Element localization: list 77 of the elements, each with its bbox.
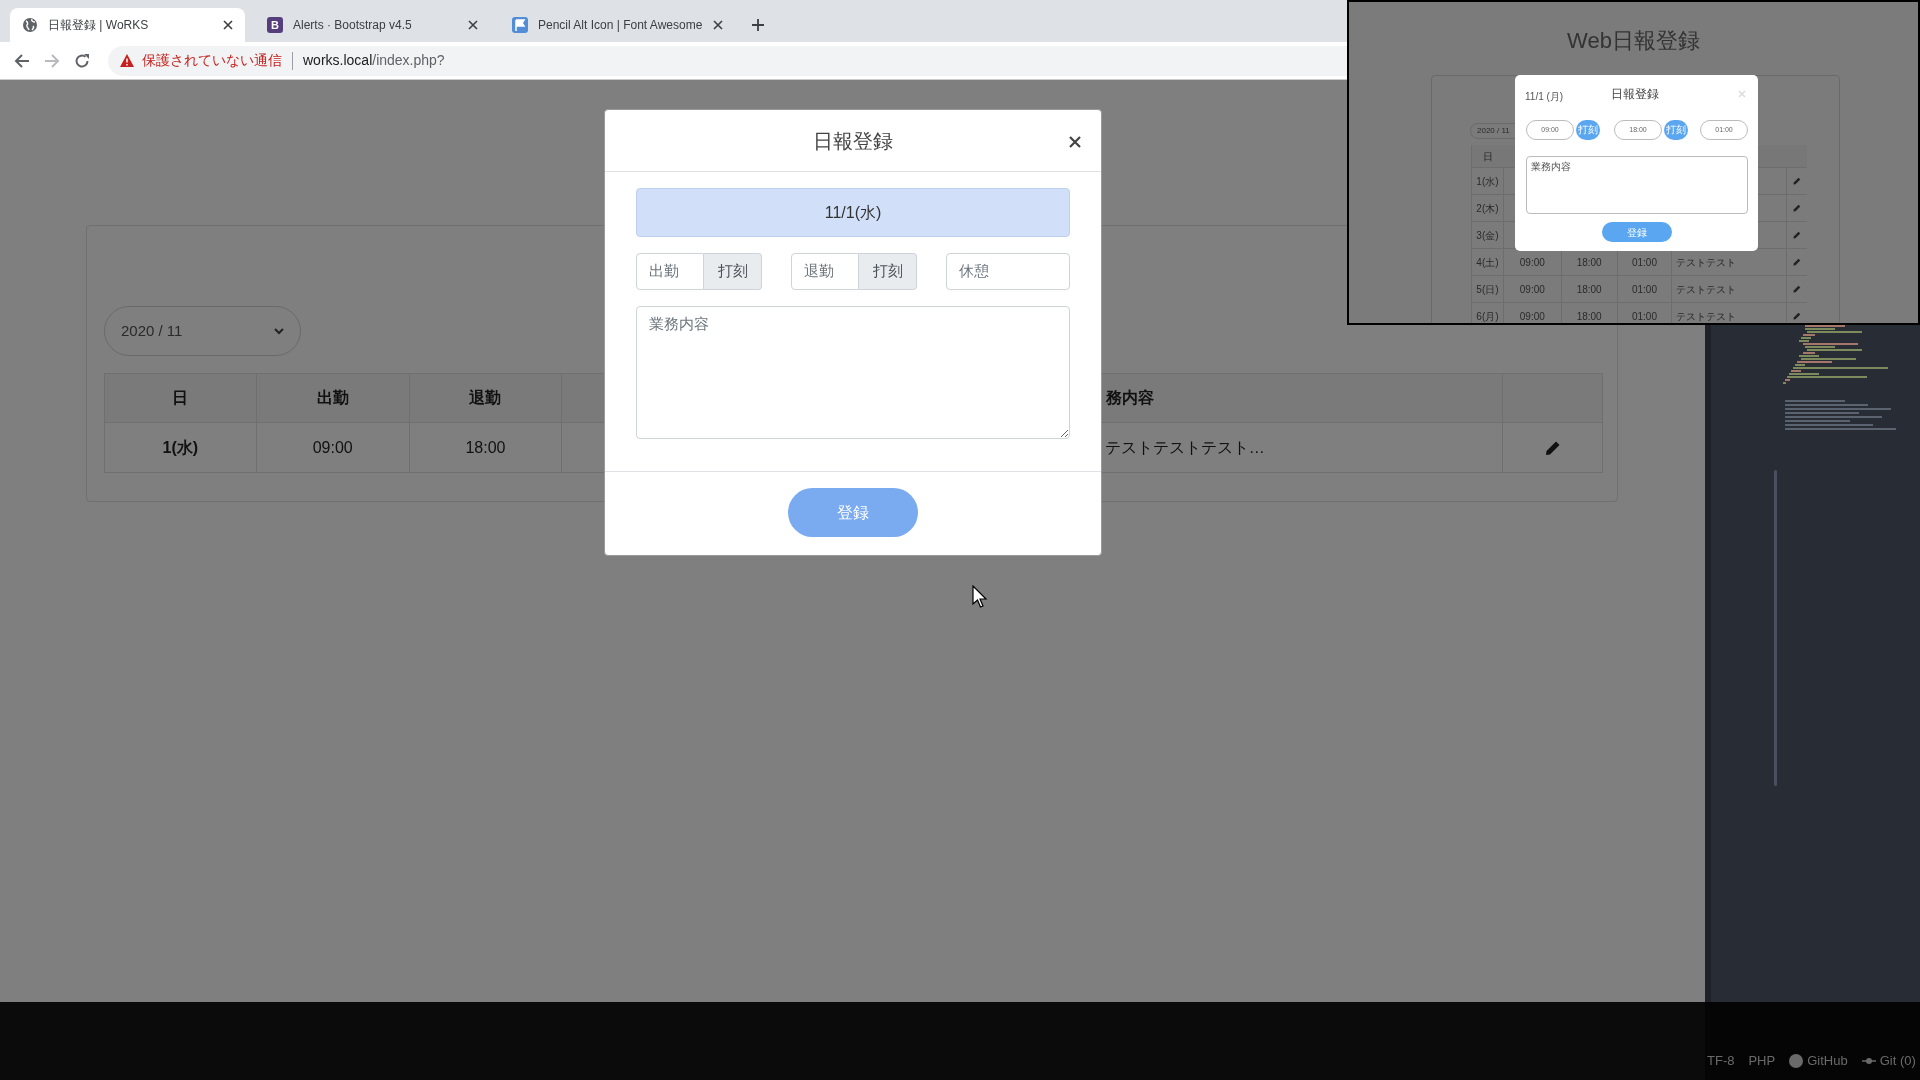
new-tab-icon[interactable] (751, 18, 765, 32)
flag-icon (512, 17, 528, 33)
status-item[interactable]: PHP (1748, 1051, 1776, 1071)
column-header: 出勤 (316, 388, 349, 408)
table-cell-text: 5(日) (1476, 282, 1499, 297)
stamp-button[interactable]: 打刻 (1576, 120, 1600, 140)
close-icon[interactable] (223, 20, 233, 30)
table-cell-text: 09:00 (1519, 309, 1545, 323)
table-cell-text: テストテスト (1676, 309, 1737, 323)
status-item[interactable]: Git (0) (1861, 1051, 1916, 1071)
table-cell-text: 3(金) (1476, 228, 1499, 243)
security-warning: 保護されていない通信 (142, 51, 282, 70)
stamp-button[interactable]: 打刻 (859, 253, 917, 290)
table-cell-text: 01:00 (1631, 309, 1657, 323)
close-icon[interactable] (1069, 136, 1081, 148)
column-header: 日 (172, 388, 189, 408)
reload-icon[interactable] (74, 52, 90, 69)
url-text: works.local/index.php? (303, 51, 445, 70)
table-cell-text: 4(土) (1476, 255, 1499, 270)
github-icon (1789, 1054, 1804, 1068)
tab-title: Alerts · Bootstrap v4.5 (293, 17, 413, 34)
pencil-icon[interactable] (1793, 231, 1801, 239)
modal-title: 日報登録 (813, 128, 893, 154)
pencil-icon[interactable] (1793, 285, 1801, 293)
tab-title: Pencil Alt Icon | Font Awesome (538, 17, 703, 34)
close-icon[interactable] (713, 20, 723, 30)
stamp-button[interactable]: 打刻 (1664, 120, 1688, 140)
table-cell-text: 18:00 (1576, 255, 1602, 270)
pencil-icon[interactable] (1793, 312, 1801, 320)
time-input[interactable]: 出勤 (636, 253, 704, 290)
table-cell-text: 1(水) (1476, 174, 1499, 189)
pencil-icon[interactable] (1793, 177, 1801, 185)
status-item[interactable]: TF-8 (1707, 1051, 1735, 1071)
date-banner: 11/1(水) (636, 188, 1070, 237)
month-select[interactable]: 2020 / 11 (104, 306, 301, 356)
column-header: 退勤 (469, 388, 502, 408)
column-header: 務内容 (1105, 388, 1154, 408)
table-cell-text: テストテスト (1676, 282, 1737, 297)
content-textarea[interactable]: 業務内容 (1526, 156, 1748, 214)
cursor-icon (972, 585, 988, 609)
chevron-down-icon (274, 327, 284, 335)
globe-icon (22, 17, 38, 33)
submit-button[interactable]: 登録 (1602, 222, 1672, 242)
table-cell-text: 18:00 (465, 437, 506, 458)
table-cell-text: テストテスト (1676, 255, 1737, 270)
table-cell-text: 18:00 (1576, 309, 1602, 323)
column-header: 日 (1483, 149, 1493, 164)
pencil-icon[interactable] (1793, 258, 1801, 266)
modal-date: 11/1 (月) (1525, 90, 1564, 104)
modal-title: 日報登録 (1611, 86, 1659, 103)
browser-tab[interactable]: Pencil Alt Icon | Font Awesome (500, 8, 735, 42)
pencil-icon[interactable] (1793, 204, 1801, 212)
back-icon[interactable] (14, 52, 30, 69)
table-cell-text: 1(水) (162, 437, 199, 458)
table-cell-text: テストテストテスト… (1104, 437, 1265, 458)
table-cell-text: 18:00 (1576, 282, 1602, 297)
letter-logo-icon: B (267, 17, 283, 33)
table-cell-text: 6(月) (1476, 309, 1499, 323)
tab-title: 日報登録 | WoRKS (48, 17, 150, 34)
pencil-icon[interactable] (1544, 439, 1561, 456)
browser-tab[interactable]: B Alerts · Bootstrap v4.5 (255, 8, 490, 42)
close-icon[interactable] (468, 20, 478, 30)
break-input[interactable]: 休憩 (946, 253, 1070, 290)
status-item[interactable]: GitHub (1789, 1051, 1848, 1071)
table-cell-text: 01:00 (1631, 255, 1657, 270)
table-cell-text: 09:00 (1519, 282, 1545, 297)
content-textarea[interactable]: 業務内容 (636, 306, 1070, 439)
time-input[interactable]: 退勤 (791, 253, 859, 290)
table-cell-text: 09:00 (1519, 255, 1545, 270)
table-cell-text: 2(木) (1476, 201, 1499, 216)
scrollbar[interactable] (1774, 470, 1777, 786)
warning-icon (120, 54, 134, 67)
table-cell-text: 01:00 (1631, 282, 1657, 297)
table-cell-text: 09:00 (312, 437, 353, 458)
commit-icon (1861, 1057, 1876, 1065)
stamp-button[interactable]: 打刻 (704, 253, 762, 290)
browser-tab[interactable]: 日報登録 | WoRKS (10, 8, 245, 42)
